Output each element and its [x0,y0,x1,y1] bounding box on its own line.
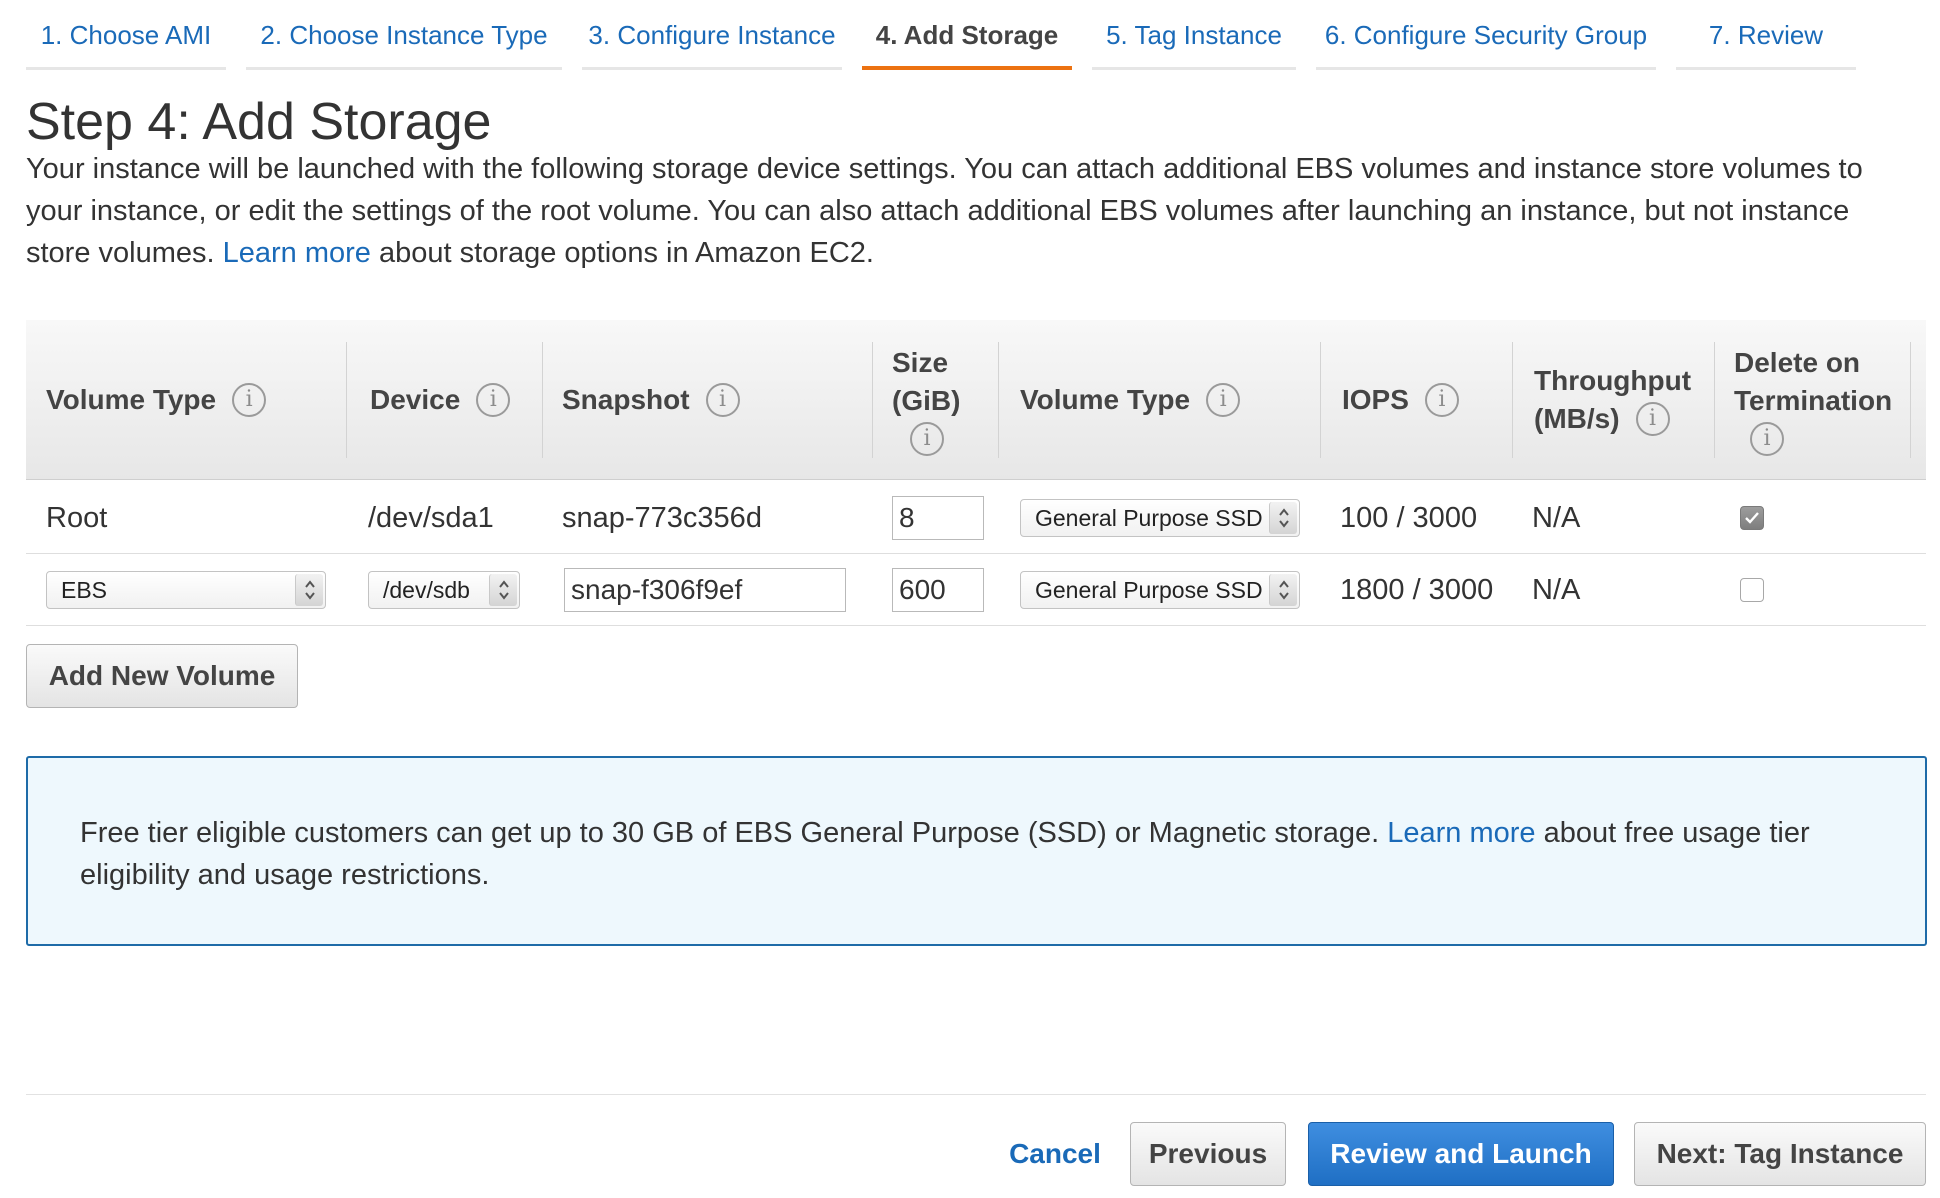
header-label: IOPS [1342,384,1409,415]
select-value: /dev/sdb [383,576,470,603]
ebs-volume-type-select[interactable]: General Purpose SSD [1020,571,1300,609]
header-label: (MB/s) [1534,403,1620,434]
header-label: Volume Type [1020,384,1191,415]
device-select[interactable]: /dev/sdb [368,571,520,609]
info-icon[interactable]: i [1206,383,1241,417]
select-arrows-icon [1269,574,1297,606]
intro-paragraph: Your instance will be launched with the … [26,148,1906,274]
tab-label: 7. Review [1708,20,1824,50]
tab-choose-ami[interactable]: 1. Choose AMI [26,0,226,70]
tab-label: 6. Configure Security Group [1324,20,1648,50]
header-label: Throughput [1534,365,1692,396]
learn-more-free-tier-link[interactable]: Learn more [1387,817,1535,849]
select-arrows-icon [489,574,517,606]
tab-configure-instance[interactable]: 3. Configure Instance [582,0,842,70]
table-row: Root /dev/sda1 snap-773c356d 8 General P… [26,482,1926,554]
header-label: Size [892,347,949,378]
add-new-volume-button[interactable]: Add New Volume [26,644,298,708]
info-icon[interactable]: i [1750,422,1784,456]
device-value: /dev/sda1 [368,501,494,534]
throughput-value: N/A [1532,501,1581,534]
table-header: Volume Type i Device i Snapshot i Size (GiB… [26,320,1926,480]
header-label: Snapshot [562,384,690,415]
tab-choose-instance-type[interactable]: 2. Choose Instance Type [246,0,562,70]
tab-add-storage[interactable]: 4. Add Storage [862,0,1072,70]
header-device: Device i [346,320,566,480]
wizard-steps: 1. Choose AMI 2. Choose Instance Type 3.… [26,0,1926,72]
delete-on-termination-checkbox[interactable] [1740,506,1764,530]
notice-text: Free tier eligible customers can get up … [80,817,1380,849]
next-tag-instance-button[interactable]: Next: Tag Instance [1634,1122,1926,1186]
header-throughput: Throughput (MB/s) i [1512,320,1712,480]
select-value: General Purpose SSD [1035,504,1263,531]
tab-label: 2. Choose Instance Type [260,20,548,50]
header-volume-type: Volume Type i [46,320,364,480]
header-label: Volume Type [46,384,217,415]
cancel-button[interactable]: Cancel [990,1122,1120,1186]
iops-value: 100 / 3000 [1340,501,1478,534]
header-label: Device [370,384,461,415]
storage-table: Volume Type i Device i Snapshot i Size (GiB… [26,320,1926,626]
tab-tag-instance[interactable]: 5. Tag Instance [1092,0,1296,70]
checkmark-icon [1745,512,1759,524]
snapshot-input[interactable]: snap-f306f9ef [564,568,846,612]
header-size: Size (GiB) i [872,320,1002,480]
info-icon[interactable]: i [1635,402,1670,436]
learn-more-storage-link[interactable]: Learn more [223,237,371,269]
tab-review[interactable]: 7. Review [1676,0,1856,70]
header-ebs-volume-type: Volume Type i [998,320,1298,480]
delete-on-termination-checkbox[interactable] [1740,578,1764,602]
page-title: Step 4: Add Storage [26,93,492,151]
intro-suffix: about storage options in Amazon EC2. [379,237,874,269]
footer-divider [26,1094,1926,1095]
info-icon[interactable]: i [232,383,267,417]
header-label: (GiB) [892,385,961,416]
volume-type-value: Root [46,501,108,534]
header-delete-on-termination: Delete on Termination i [1714,320,1910,480]
tab-label: 3. Configure Instance [588,20,836,50]
info-icon[interactable]: i [910,422,944,456]
tab-label: 5. Tag Instance [1106,20,1282,50]
table-row: EBS /dev/sdb snap-f306f9ef 600 General P… [26,554,1926,626]
review-and-launch-button[interactable]: Review and Launch [1308,1122,1614,1186]
header-snapshot: Snapshot i [542,320,890,480]
iops-value: 1800 / 3000 [1340,573,1494,606]
info-icon[interactable]: i [705,383,740,417]
throughput-value: N/A [1532,573,1581,606]
tab-label: 1. Choose AMI [40,20,212,50]
size-input[interactable]: 8 [892,496,984,540]
tab-configure-security-group[interactable]: 6. Configure Security Group [1316,0,1656,70]
header-label: Delete on [1734,347,1861,378]
previous-button[interactable]: Previous [1130,1122,1286,1186]
volume-type-select[interactable]: EBS [46,571,326,609]
header-iops: IOPS i [1320,320,1510,480]
size-input[interactable]: 600 [892,568,984,612]
select-value: General Purpose SSD [1035,576,1263,603]
header-spacer [1910,320,1926,480]
select-arrows-icon [295,574,323,606]
select-arrows-icon [1269,502,1297,534]
snapshot-value: snap-773c356d [562,501,762,534]
free-tier-notice: Free tier eligible customers can get up … [26,756,1927,946]
info-icon[interactable]: i [1424,383,1459,417]
info-icon[interactable]: i [476,383,511,417]
header-label: Termination [1734,385,1893,416]
tab-label: 4. Add Storage [875,19,1059,50]
select-value: EBS [61,576,108,603]
ebs-volume-type-select[interactable]: General Purpose SSD [1020,499,1300,537]
